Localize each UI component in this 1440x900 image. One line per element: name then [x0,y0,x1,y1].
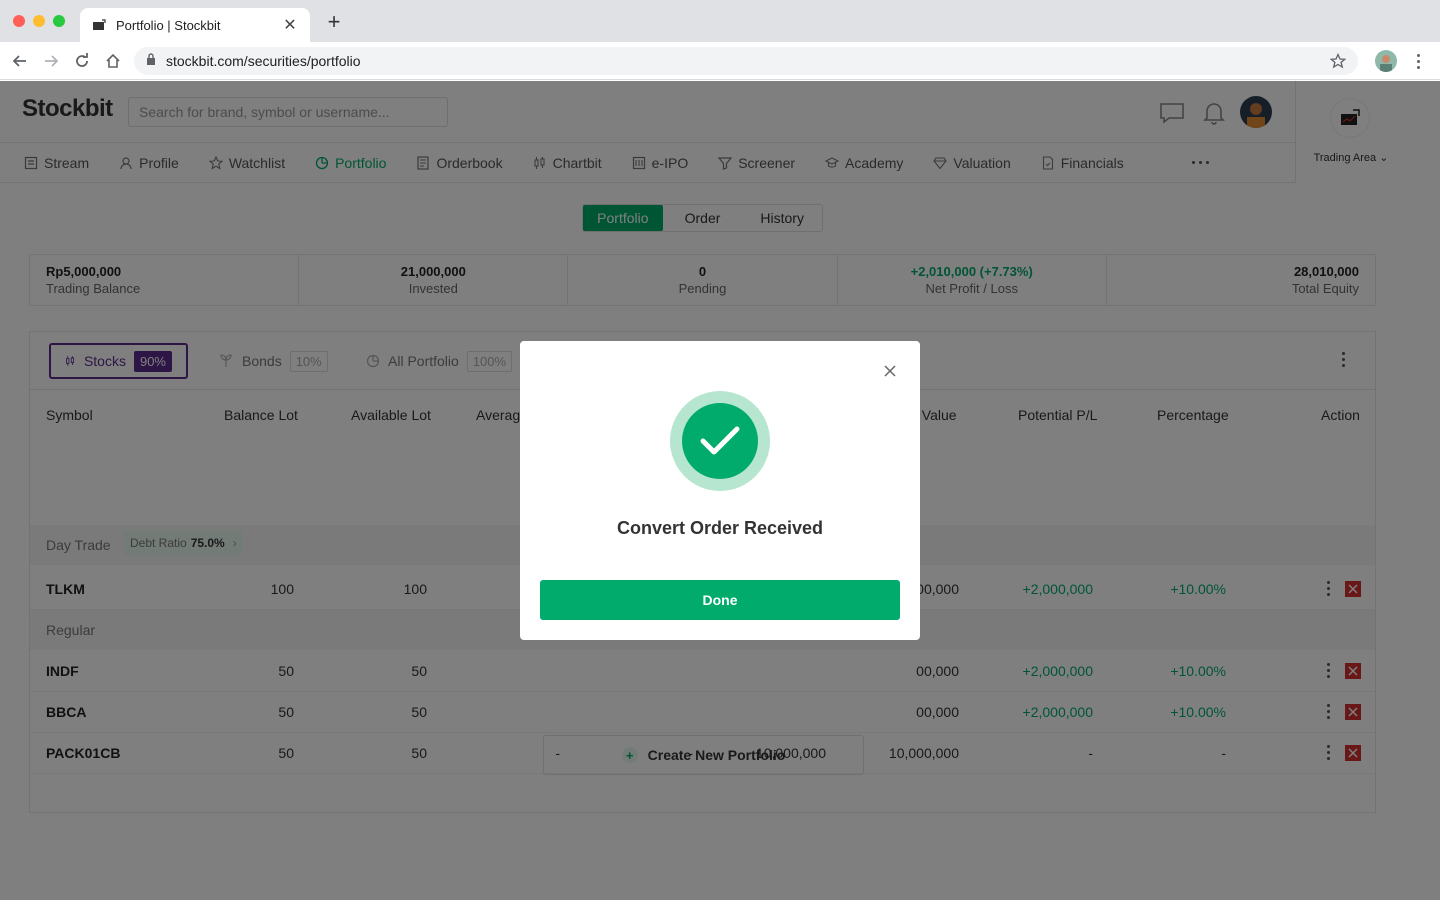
tab-close-icon[interactable]: ✕ [282,15,298,35]
window-minimize-button[interactable] [33,15,45,27]
bookmark-star-icon[interactable] [1329,52,1347,74]
convert-order-modal: Convert Order Received Done [520,341,920,640]
forward-icon[interactable] [40,50,62,72]
new-tab-button[interactable]: + [322,10,346,34]
browser-tab-strip: Portfolio | Stockbit ✕ + [0,0,1440,42]
browser-profile-avatar[interactable] [1375,50,1397,72]
home-icon[interactable] [102,50,124,72]
browser-tab[interactable]: Portfolio | Stockbit ✕ [80,8,310,42]
browser-toolbar: stockbit.com/securities/portfolio [0,42,1440,80]
modal-title: Convert Order Received [616,518,824,538]
success-check-icon [670,391,770,491]
browser-tab-title: Portfolio | Stockbit [116,17,221,33]
url-text: stockbit.com/securities/portfolio [166,53,361,69]
close-icon[interactable] [882,363,898,379]
stockbit-favicon-icon [92,18,106,32]
window-close-button[interactable] [13,15,25,27]
browser-menu-icon[interactable] [1410,50,1426,72]
done-button[interactable]: Done [540,580,900,620]
address-bar[interactable]: stockbit.com/securities/portfolio [134,47,1358,75]
lock-icon [146,52,156,70]
reload-icon[interactable] [71,50,93,72]
back-icon[interactable] [9,50,31,72]
window-maximize-button[interactable] [53,15,65,27]
